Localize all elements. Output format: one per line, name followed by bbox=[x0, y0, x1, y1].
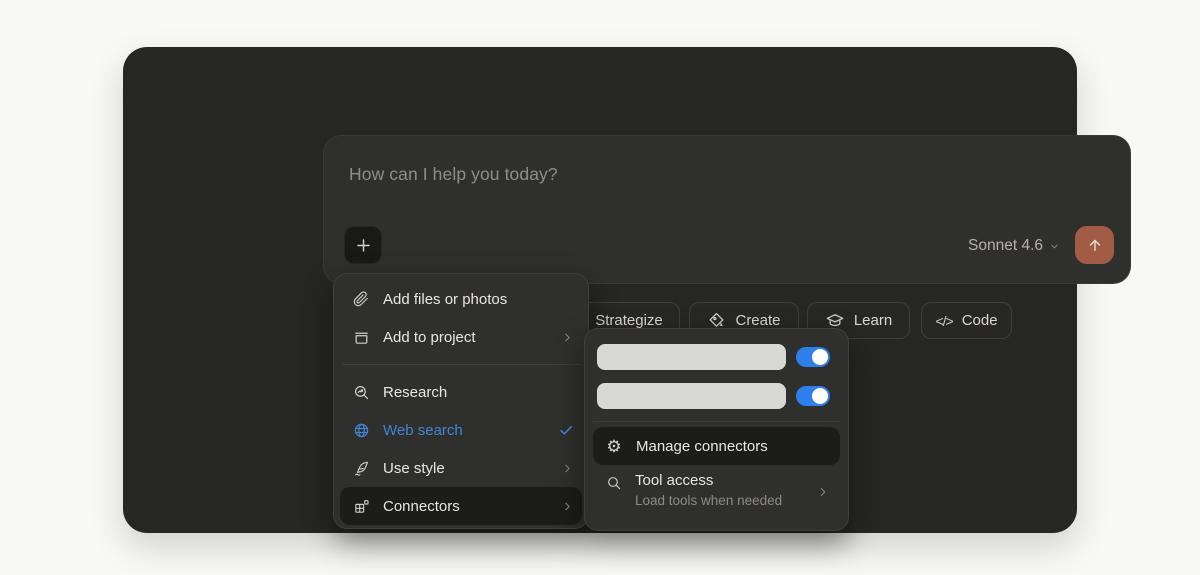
menu-item-web-search[interactable]: Web search bbox=[340, 411, 582, 449]
chevron-right-icon bbox=[561, 462, 574, 475]
menu-item-label: Manage connectors bbox=[636, 437, 768, 455]
chip-code[interactable]: </> Code bbox=[921, 302, 1012, 339]
connector-toggle-on[interactable] bbox=[796, 385, 830, 406]
tool-access-subtitle: Load tools when needed bbox=[635, 493, 783, 508]
chevron-right-icon bbox=[561, 331, 574, 344]
plus-icon bbox=[354, 236, 373, 255]
menu-item-label: Web search bbox=[383, 421, 463, 439]
connectors-submenu: ⚙ Manage connectors Tool access Load too… bbox=[584, 328, 849, 531]
menu-item-label: Connectors bbox=[383, 497, 460, 515]
menu-item-label: Add files or photos bbox=[383, 290, 508, 308]
model-selector[interactable]: Sonnet 4.6 bbox=[968, 237, 1060, 255]
connector-name-redacted bbox=[597, 382, 786, 409]
connectors-icon bbox=[352, 498, 370, 515]
check-icon bbox=[558, 422, 574, 438]
menu-item-add-to-project[interactable]: Add to project bbox=[340, 318, 582, 356]
connector-row bbox=[593, 376, 840, 415]
research-icon bbox=[352, 384, 370, 401]
chip-label: Strategize bbox=[595, 312, 663, 329]
connector-name-redacted bbox=[597, 343, 786, 370]
toggle-knob bbox=[812, 348, 828, 365]
menu-item-connectors[interactable]: Connectors bbox=[340, 487, 582, 525]
menu-item-manage-connectors[interactable]: ⚙ Manage connectors bbox=[593, 427, 840, 465]
toggle-knob bbox=[812, 387, 828, 404]
composer-input[interactable]: How can I help you today? Sonnet 4.6 bbox=[323, 135, 1131, 284]
connector-row bbox=[593, 337, 840, 376]
search-icon bbox=[605, 475, 623, 491]
paperclip-icon bbox=[352, 291, 370, 307]
menu-item-add-files[interactable]: Add files or photos bbox=[340, 280, 582, 318]
web-globe-icon bbox=[352, 422, 370, 439]
gear-icon: ⚙ bbox=[606, 436, 622, 456]
chevron-right-icon bbox=[816, 485, 830, 499]
app-background: How can I help you today? Sonnet 4.6 Str… bbox=[0, 0, 1200, 575]
menu-divider bbox=[593, 421, 840, 422]
app-window: How can I help you today? Sonnet 4.6 Str… bbox=[123, 47, 1131, 533]
connector-toggle-on[interactable] bbox=[796, 346, 830, 367]
menu-item-tool-access[interactable]: Tool access Load tools when needed bbox=[593, 465, 840, 521]
style-quill-icon bbox=[352, 460, 370, 477]
chip-label: Code bbox=[961, 312, 998, 329]
composer-placeholder: How can I help you today? bbox=[349, 164, 558, 184]
project-tray-icon bbox=[352, 329, 370, 346]
menu-item-use-style[interactable]: Use style bbox=[340, 449, 582, 487]
model-selector-label: Sonnet 4.6 bbox=[968, 237, 1043, 254]
menu-item-label: Research bbox=[383, 383, 448, 401]
chip-label: Create bbox=[735, 312, 781, 329]
attachments-menu: Add files or photos Add to project Resea… bbox=[333, 273, 589, 529]
chevron-right-icon bbox=[561, 500, 574, 513]
send-button[interactable] bbox=[1075, 226, 1114, 264]
menu-item-label: Use style bbox=[383, 459, 445, 477]
arrow-up-icon bbox=[1086, 236, 1104, 254]
chevron-down-icon bbox=[1049, 241, 1060, 252]
chip-label: Learn bbox=[853, 312, 893, 329]
attach-menu-button[interactable] bbox=[344, 226, 382, 264]
tool-access-title: Tool access bbox=[635, 472, 714, 489]
code-icon: </> bbox=[935, 312, 953, 329]
menu-divider bbox=[342, 364, 580, 365]
menu-item-research[interactable]: Research bbox=[340, 373, 582, 411]
menu-item-label: Add to project bbox=[383, 328, 476, 346]
